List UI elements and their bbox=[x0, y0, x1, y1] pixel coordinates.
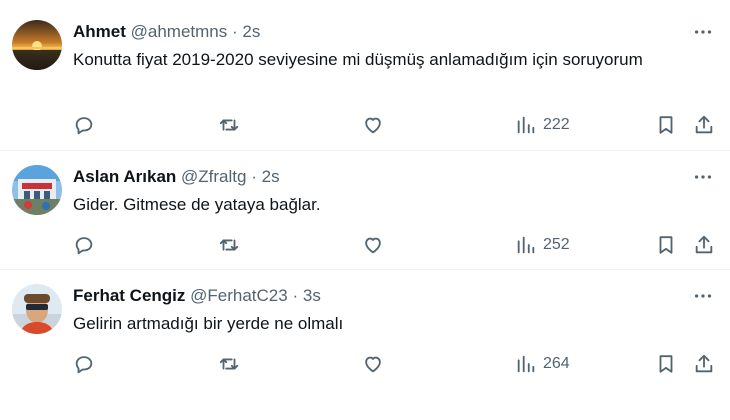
tweet[interactable]: Ferhat Cengiz @FerhatC23 · 3s Gelirin ar… bbox=[0, 270, 730, 420]
like-button[interactable] bbox=[362, 349, 384, 379]
share-icon bbox=[693, 353, 715, 375]
tweet-text: Gider. Gitmese de yataya bağlar. bbox=[73, 195, 321, 214]
tweet[interactable]: Ahmet @ahmetmns · 2s Konutta fiyat 2019-… bbox=[0, 0, 730, 151]
retweet-icon bbox=[218, 114, 240, 136]
reply-icon bbox=[73, 353, 95, 375]
share-button[interactable] bbox=[693, 110, 715, 140]
like-button[interactable] bbox=[362, 110, 384, 140]
avatar[interactable] bbox=[12, 165, 62, 215]
timestamp[interactable]: 2s bbox=[262, 167, 280, 186]
views-button[interactable]: 252 bbox=[509, 230, 570, 260]
more-icon[interactable] bbox=[692, 166, 714, 188]
share-button[interactable] bbox=[693, 349, 715, 379]
more-icon[interactable] bbox=[692, 285, 714, 307]
share-icon bbox=[693, 234, 715, 256]
bookmark-button[interactable] bbox=[655, 110, 677, 140]
tweet-text: Gelirin artmadığı bir yerde ne olmalı bbox=[73, 314, 344, 333]
display-name[interactable]: Aslan Arıkan bbox=[73, 167, 176, 186]
retweet-button[interactable] bbox=[218, 230, 240, 260]
bookmark-button[interactable] bbox=[655, 349, 677, 379]
user-handle[interactable]: @Zfraltg bbox=[181, 167, 246, 186]
tweet-header: Ferhat Cengiz @FerhatC23 · 3s bbox=[73, 285, 670, 307]
tweet-actions: 264 bbox=[0, 349, 730, 379]
reply-icon bbox=[73, 114, 95, 136]
views-button[interactable]: 264 bbox=[509, 349, 570, 379]
views-button[interactable]: 222 bbox=[509, 110, 570, 140]
view-count: 264 bbox=[543, 355, 570, 372]
retweet-button[interactable] bbox=[218, 349, 240, 379]
timestamp[interactable]: 3s bbox=[303, 286, 321, 305]
tweet-text: Konutta fiyat 2019-2020 seviyesine mi dü… bbox=[73, 50, 643, 69]
tweet-actions: 252 bbox=[0, 230, 730, 260]
bookmark-button[interactable] bbox=[655, 230, 677, 260]
share-icon bbox=[693, 114, 715, 136]
retweet-icon bbox=[218, 234, 240, 256]
retweet-button[interactable] bbox=[218, 110, 240, 140]
reply-button[interactable] bbox=[73, 230, 95, 260]
display-name[interactable]: Ahmet bbox=[73, 22, 126, 41]
retweet-icon bbox=[218, 353, 240, 375]
reply-button[interactable] bbox=[73, 110, 95, 140]
view-count: 252 bbox=[543, 236, 570, 253]
like-button[interactable] bbox=[362, 230, 384, 260]
user-handle[interactable]: @FerhatC23 bbox=[190, 286, 288, 305]
timestamp[interactable]: 2s bbox=[242, 22, 260, 41]
reply-button[interactable] bbox=[73, 349, 95, 379]
tweet-header: Aslan Arıkan @Zfraltg · 2s bbox=[73, 166, 670, 188]
separator-dot: · bbox=[232, 22, 238, 41]
like-icon bbox=[362, 353, 384, 375]
user-handle[interactable]: @ahmetmns bbox=[131, 22, 228, 41]
display-name[interactable]: Ferhat Cengiz bbox=[73, 286, 185, 305]
separator-dot: · bbox=[251, 167, 257, 186]
like-icon bbox=[362, 114, 384, 136]
tweet-actions: 222 bbox=[0, 110, 730, 140]
tweet-header: Ahmet @ahmetmns · 2s bbox=[73, 21, 670, 43]
like-icon bbox=[362, 234, 384, 256]
views-icon bbox=[515, 353, 537, 375]
bookmark-icon bbox=[655, 234, 677, 256]
avatar[interactable] bbox=[12, 20, 62, 70]
views-icon bbox=[515, 114, 537, 136]
separator-dot: · bbox=[292, 286, 299, 305]
tweet[interactable]: Aslan Arıkan @Zfraltg · 2s Gider. Gitmes… bbox=[0, 151, 730, 270]
reply-icon bbox=[73, 234, 95, 256]
bookmark-icon bbox=[655, 114, 677, 136]
more-icon[interactable] bbox=[692, 21, 714, 43]
bookmark-icon bbox=[655, 353, 677, 375]
tweet-feed: Ahmet @ahmetmns · 2s Konutta fiyat 2019-… bbox=[0, 0, 730, 420]
avatar[interactable] bbox=[12, 284, 62, 334]
views-icon bbox=[515, 234, 537, 256]
share-button[interactable] bbox=[693, 230, 715, 260]
view-count: 222 bbox=[543, 116, 570, 133]
